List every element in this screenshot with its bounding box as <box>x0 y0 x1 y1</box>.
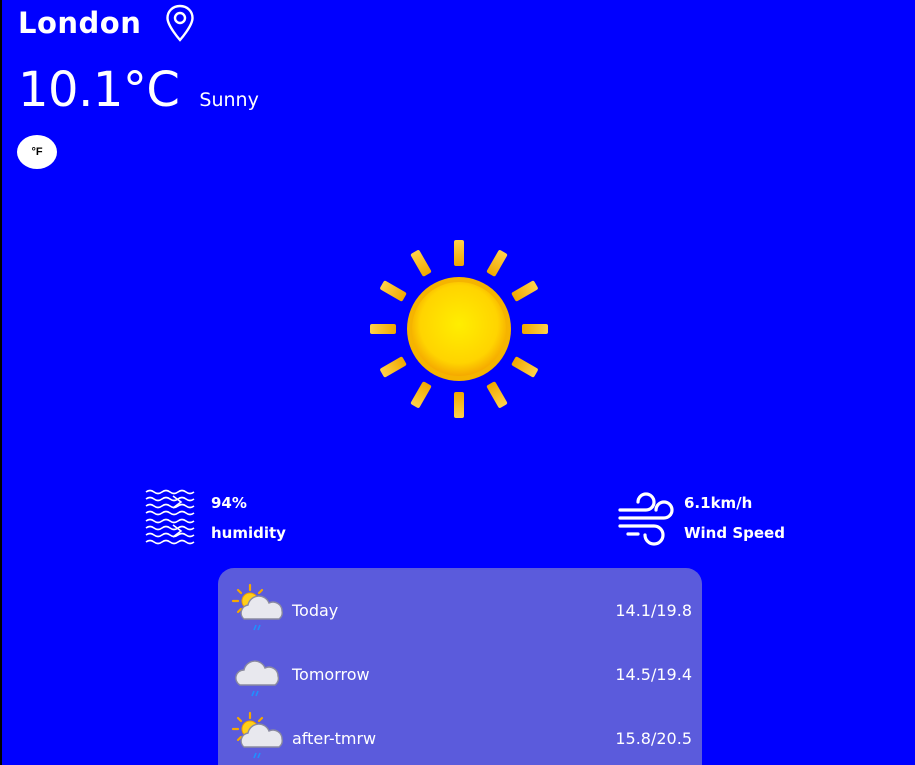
forecast-range: 14.1/19.8 <box>615 600 692 620</box>
unit-toggle-button[interactable]: °F <box>17 135 57 169</box>
forecast-range: 15.8/20.5 <box>615 728 692 748</box>
humidity-stat: 94% humidity <box>143 488 286 548</box>
forecast-row: Tomorrow 14.5/19.4 <box>230 646 692 702</box>
humidity-waves-icon <box>145 489 195 545</box>
sun-cloud-rain-icon <box>231 711 283 759</box>
cloud-rain-icon <box>235 660 280 697</box>
wind-label: Wind Speed <box>684 524 785 542</box>
current-weather: 10.1°C Sunny <box>18 62 259 118</box>
current-temperature: 10.1°C <box>18 62 180 118</box>
city-name: London <box>18 6 142 40</box>
location-header: London <box>18 4 195 42</box>
forecast-row: after-tmrw 15.8/20.5 <box>230 710 692 765</box>
wind-icon <box>618 492 674 546</box>
current-condition: Sunny <box>199 89 259 111</box>
humidity-value: 94% <box>211 494 247 512</box>
sun-cloud-rain-icon <box>231 583 283 631</box>
forecast-panel: Today 14.1/19.8 Tomorrow 14.5/19.4 after… <box>218 568 702 765</box>
sun-icon <box>366 236 552 422</box>
forecast-day: Today <box>292 600 339 620</box>
wind-stat: 6.1km/h Wind Speed <box>616 488 785 548</box>
forecast-row: Today 14.1/19.8 <box>230 582 692 638</box>
humidity-label: humidity <box>211 524 286 542</box>
forecast-range: 14.5/19.4 <box>615 664 692 684</box>
location-pin-icon[interactable] <box>165 4 195 42</box>
forecast-day: after-tmrw <box>292 728 377 748</box>
wind-value: 6.1km/h <box>684 494 753 512</box>
forecast-day: Tomorrow <box>292 664 370 684</box>
